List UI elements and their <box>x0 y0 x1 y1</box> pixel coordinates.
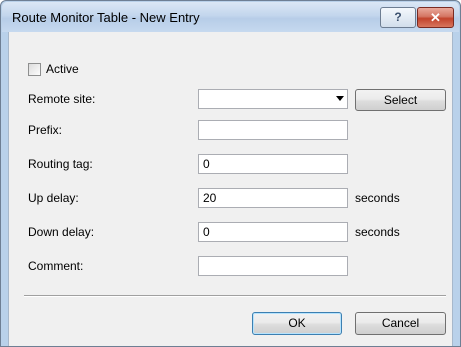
ok-button[interactable]: OK <box>252 312 342 335</box>
routing-tag-input[interactable] <box>198 154 348 174</box>
remote-site-label: Remote site: <box>28 92 96 106</box>
down-delay-label: Down delay: <box>28 225 95 239</box>
title-bar[interactable]: Route Monitor Table - New Entry ? ✕ <box>2 2 459 32</box>
down-delay-input[interactable] <box>198 222 348 242</box>
up-delay-label: Up delay: <box>28 191 79 205</box>
dialog-window: Route Monitor Table - New Entry ? ✕ Acti… <box>0 0 461 347</box>
cancel-button[interactable]: Cancel <box>355 312 446 335</box>
dialog-content: Active Remote site: Select Prefix: Routi… <box>8 32 453 346</box>
select-button[interactable]: Select <box>355 89 446 111</box>
prefix-label: Prefix: <box>28 123 63 137</box>
prefix-input[interactable] <box>198 120 348 140</box>
active-label[interactable]: Active <box>46 62 79 76</box>
close-button[interactable]: ✕ <box>417 7 454 28</box>
up-delay-input[interactable] <box>198 188 348 208</box>
active-checkbox[interactable] <box>28 63 41 76</box>
up-delay-unit: seconds <box>355 191 400 205</box>
window-title: Route Monitor Table - New Entry <box>12 10 200 25</box>
comment-label: Comment: <box>28 259 84 273</box>
down-delay-unit: seconds <box>355 225 400 239</box>
routing-tag-label: Routing tag: <box>28 157 93 171</box>
separator <box>24 295 446 297</box>
comment-input[interactable] <box>198 256 348 276</box>
remote-site-combobox[interactable] <box>198 89 348 109</box>
chevron-down-icon[interactable] <box>336 96 344 101</box>
help-button[interactable]: ? <box>380 7 416 28</box>
